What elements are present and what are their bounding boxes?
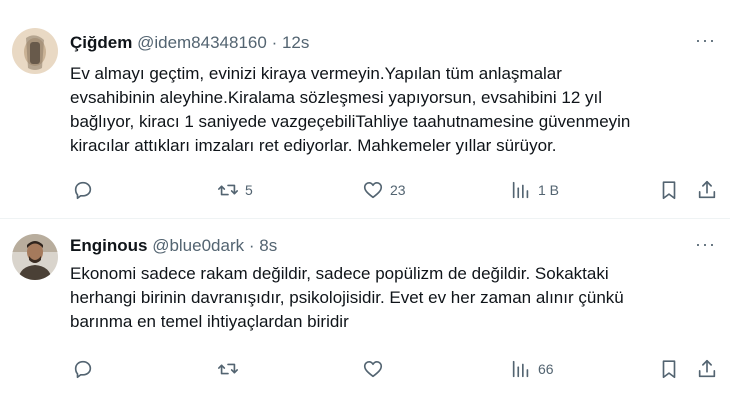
heart-icon bbox=[363, 182, 383, 199]
user-handle[interactable]: @idem84348160 bbox=[137, 33, 267, 52]
avatar[interactable] bbox=[12, 234, 58, 280]
heart-icon bbox=[363, 361, 383, 378]
reply-button[interactable] bbox=[72, 178, 94, 202]
display-name[interactable]: Çiğdem bbox=[70, 33, 132, 52]
reply-button[interactable] bbox=[72, 357, 94, 381]
tweet-text-line: kiracılar attıkları imzaları ret ediyorl… bbox=[70, 136, 557, 155]
tweet-text-line: Ekonomi sadece rakam değildir, sadece po… bbox=[70, 264, 609, 283]
like-count: 23 bbox=[390, 182, 406, 198]
tweet-text-line: herhangi birinin davranışıdır, psikoloji… bbox=[70, 288, 624, 307]
tweet-header: Çiğdem @idem84348160 · 12s bbox=[70, 33, 309, 53]
tweet-text-line: Ev almayı geçtim, evinizi kiraya vermeyi… bbox=[70, 64, 562, 83]
views-count: 1 B bbox=[538, 182, 560, 198]
separator-dot: · bbox=[248, 236, 255, 255]
views-icon bbox=[512, 360, 529, 378]
tweet-text: Ekonomi sadece rakam değildir, sadece po… bbox=[70, 262, 720, 334]
tweet-text: Ev almayı geçtim, evinizi kiraya vermeyi… bbox=[70, 62, 720, 158]
bookmark-icon bbox=[662, 360, 676, 379]
reply-icon bbox=[74, 181, 92, 200]
bookmark-icon bbox=[662, 181, 676, 200]
retweet-button[interactable] bbox=[217, 357, 245, 381]
tweet[interactable]: Çiğdem @idem84348160 · 12s ··· Ev almayı… bbox=[0, 0, 730, 219]
tweet-text-line: evsahibinin aleyhine.Kiralama sözleşmesi… bbox=[70, 88, 602, 107]
tweet-header: Enginous @blue0dark · 8s bbox=[70, 236, 277, 256]
share-button[interactable] bbox=[696, 357, 718, 381]
display-name[interactable]: Enginous bbox=[70, 236, 147, 255]
share-button[interactable] bbox=[696, 178, 718, 202]
separator-dot: · bbox=[271, 33, 278, 52]
share-icon bbox=[698, 180, 716, 199]
like-button[interactable]: 23 bbox=[362, 178, 406, 202]
tweet-text-line: barınma en temel ihtiyaçlardan biridir bbox=[70, 312, 349, 331]
like-button[interactable] bbox=[362, 357, 390, 381]
retweet-icon bbox=[218, 363, 238, 375]
retweet-button[interactable]: 5 bbox=[217, 178, 253, 202]
tweet[interactable]: Enginous @blue0dark · 8s ··· Ekonomi sad… bbox=[0, 219, 730, 420]
more-options-icon[interactable]: ··· bbox=[695, 234, 716, 255]
action-bar: 5 23 1 B bbox=[70, 178, 720, 202]
share-icon bbox=[698, 359, 716, 378]
retweet-icon bbox=[218, 184, 238, 196]
views-button[interactable]: 1 B bbox=[510, 178, 559, 202]
reply-icon bbox=[74, 360, 92, 379]
timestamp[interactable]: 8s bbox=[259, 236, 277, 255]
action-bar: 66 bbox=[70, 357, 720, 381]
views-icon bbox=[512, 181, 529, 199]
avatar[interactable] bbox=[12, 28, 58, 74]
timestamp[interactable]: 12s bbox=[282, 33, 309, 52]
tweet-text-line: bağlıyor, kiracı 1 saniyede vazgeçebiliT… bbox=[70, 112, 631, 131]
bookmark-button[interactable] bbox=[658, 178, 680, 202]
more-options-icon[interactable]: ··· bbox=[695, 30, 716, 51]
bookmark-button[interactable] bbox=[658, 357, 680, 381]
views-count: 66 bbox=[538, 361, 554, 377]
views-button[interactable]: 66 bbox=[510, 357, 554, 381]
retweet-count: 5 bbox=[245, 182, 253, 198]
user-handle[interactable]: @blue0dark bbox=[152, 236, 244, 255]
